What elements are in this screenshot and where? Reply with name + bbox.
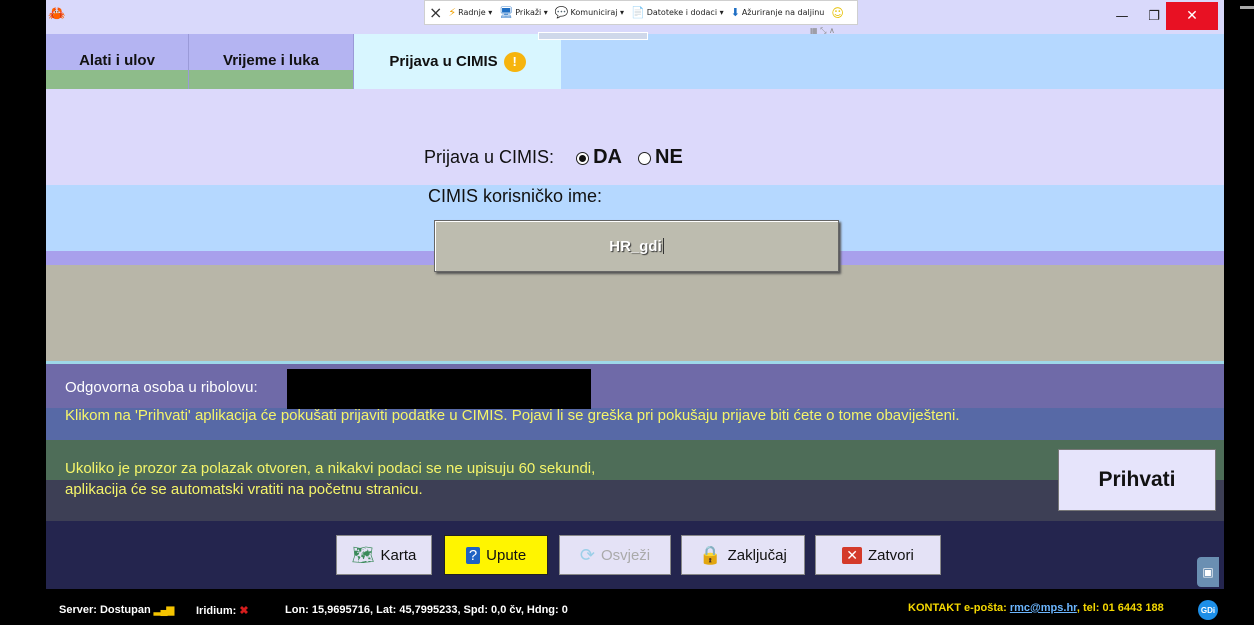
- close-icon: ✕: [842, 546, 862, 564]
- tab-alati-i-ulov[interactable]: Alati i ulov: [46, 34, 189, 89]
- radio-ne-indicator[interactable]: [638, 151, 651, 165]
- tab-label: Alati i ulov: [79, 52, 155, 69]
- refresh-button-label: Osvježi: [600, 546, 651, 564]
- lock-icon: 🔒: [699, 544, 722, 565]
- contact-info: KONTAKT e-pošta: rmc@mps.hr, tel: 01 644…: [908, 602, 1164, 614]
- lock-button-label: Zaključaj: [727, 546, 787, 564]
- timeout-text-line1: Ukoliko je prozor za polazak otvoren, a …: [65, 460, 596, 477]
- radio-ne-label: NE: [655, 146, 683, 168]
- menu-label: Komuniciraj: [570, 8, 618, 17]
- menu-komuniciraj[interactable]: 💬 Komuniciraj ▾: [555, 6, 624, 19]
- redacted-name: [287, 369, 591, 409]
- help-icon: ?: [465, 546, 481, 564]
- host-edge-icon: [1240, 6, 1254, 9]
- monitor-icon: 🖥: [499, 6, 514, 19]
- contact-email-link[interactable]: rmc@mps.hr: [1010, 602, 1077, 614]
- form-top-band: [46, 89, 1224, 185]
- contact-prefix: KONTAKT e-pošta:: [908, 602, 1007, 614]
- refresh-icon: ⟳: [579, 544, 595, 565]
- server-status: Server: Dostupan ▂▄▆: [59, 604, 174, 616]
- radio-da-label: DA: [593, 146, 622, 168]
- status-bar: Server: Dostupan ▂▄▆ Iridium: ✖ Lon: 15,…: [46, 589, 1224, 625]
- radio-da-indicator[interactable]: [576, 151, 590, 165]
- close-app-button-label: Zatvori: [867, 546, 914, 564]
- title-bar: 🦀 × ⚡ Radnje ▾ 🖥 Prikaži ▾ 💬 Komuniciraj ▾ …: [46, 0, 1224, 35]
- remote-desktop-toolbar: × ⚡ Radnje ▾ 🖥 Prikaži ▾ 💬 Komuniciraj ▾ 📄 D…: [424, 0, 858, 25]
- menu-azuriranje[interactable]: ⬇ Ažuriranje na daljinu: [731, 6, 825, 19]
- lock-button[interactable]: 🔒 Zaključaj: [681, 535, 805, 575]
- prijava-radio-group: Prijava u CIMIS: DA NE: [424, 146, 683, 169]
- download-icon: ⬇: [730, 6, 740, 19]
- gdi-logo: GDi: [1198, 600, 1218, 620]
- tab-label: Vrijeme i luka: [223, 52, 319, 69]
- chat-icon: 💬: [554, 6, 569, 19]
- taskbar-preview: [538, 32, 648, 40]
- contact-phone: , tel: 01 6443 188: [1076, 602, 1164, 614]
- bolt-icon: ⚡: [448, 6, 457, 19]
- username-field[interactable]: HR_gdi: [434, 220, 839, 272]
- window-close-button[interactable]: ✕: [1166, 2, 1218, 30]
- map-icon: 🗺: [351, 544, 375, 565]
- help-button[interactable]: ? Upute: [444, 535, 548, 575]
- server-status-label: Server: Dostupan: [59, 604, 151, 616]
- tab-bar: Alati i ulov Vrijeme i luka Prijava u CI…: [46, 34, 1224, 89]
- application-window: 🦀 × ⚡ Radnje ▾ 🖥 Prikaži ▾ 💬 Komuniciraj ▾ …: [46, 0, 1224, 625]
- notice-text: Klikom na 'Prihvati' aplikacija će pokuš…: [65, 407, 960, 424]
- tab-vrijeme-i-luka[interactable]: Vrijeme i luka: [189, 34, 354, 89]
- map-button[interactable]: 🗺 Karta: [336, 535, 432, 575]
- minimize-button[interactable]: —: [1104, 4, 1140, 28]
- menu-radnje[interactable]: ⚡ Radnje ▾: [448, 6, 492, 19]
- radio-ne[interactable]: NE: [638, 146, 683, 168]
- smiley-icon[interactable]: ☺: [831, 6, 844, 20]
- refresh-button[interactable]: ⟳ Osvježi: [559, 535, 671, 575]
- map-button-label: Karta: [380, 546, 417, 564]
- menu-datoteke[interactable]: 📄 Datoteke i dodaci ▾: [631, 6, 724, 19]
- username-label: CIMIS korisničko ime:: [428, 186, 603, 206]
- menu-label: Ažuriranje na daljinu: [741, 8, 825, 17]
- timeout-text-line2: aplikacija će se automatski vratiti na p…: [65, 481, 423, 498]
- close-app-button[interactable]: ✕ Zatvori: [815, 535, 941, 575]
- bottom-toolbar: 🗺 Karta ? Upute ⟳ Osvježi 🔒 Zaključaj ✕ Zatvo…: [46, 521, 1224, 589]
- prijava-label: Prijava u CIMIS:: [424, 147, 555, 167]
- help-button-label: Upute: [486, 546, 527, 564]
- iridium-status: Iridium: ✖: [196, 604, 249, 617]
- position-readout: Lon: 15,9695716, Lat: 45,7995233, Spd: 0…: [285, 604, 568, 616]
- signal-bars-icon: ▂▄▆: [153, 605, 174, 616]
- no-signal-icon: ✖: [239, 605, 249, 617]
- file-transfer-icon: 📄: [631, 6, 645, 19]
- responsible-label: Odgovorna osoba u ribolovu:: [65, 379, 258, 396]
- menu-label: Prikaži: [515, 8, 542, 17]
- accept-label: Prihvati: [1098, 468, 1176, 491]
- tab-label: Prijava u CIMIS: [389, 52, 498, 70]
- radio-da[interactable]: DA: [576, 146, 622, 168]
- warning-icon: !: [503, 52, 526, 72]
- text-cursor: [662, 238, 664, 254]
- menu-label: Datoteke i dodaci: [646, 8, 718, 17]
- gray-band: [46, 265, 1224, 361]
- accept-button[interactable]: Prihvati: [1058, 449, 1216, 511]
- username-value: HR_gdi: [609, 237, 662, 255]
- tab-prijava-u-cimis[interactable]: Prijava u CIMIS!: [354, 34, 561, 89]
- toolbar-close-icon[interactable]: ×: [429, 3, 442, 22]
- side-panel-icon[interactable]: ▣: [1197, 557, 1219, 587]
- iridium-label: Iridium:: [196, 605, 237, 617]
- menu-prikazi[interactable]: 🖥 Prikaži ▾: [499, 6, 548, 19]
- menu-label: Radnje: [458, 8, 486, 17]
- crab-icon: 🦀: [48, 6, 66, 22]
